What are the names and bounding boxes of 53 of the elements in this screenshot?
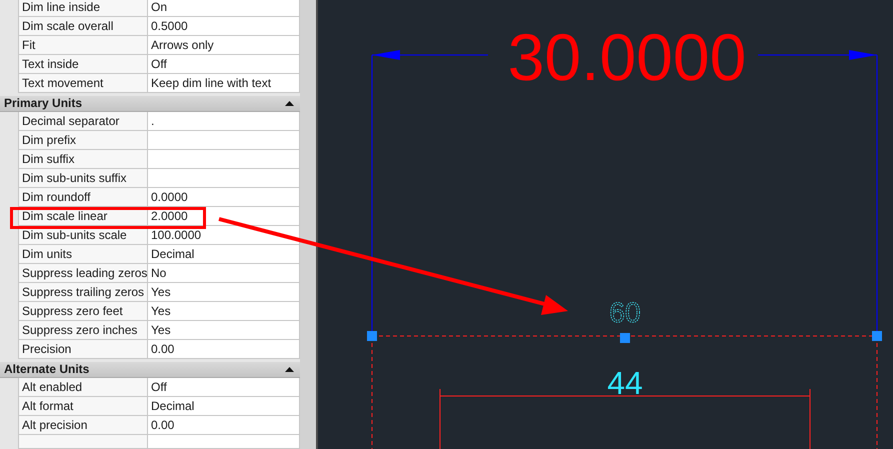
grip-handle[interactable]: [872, 331, 882, 341]
dimension-text: 30.0000: [508, 20, 746, 94]
property-name: Dim units: [18, 244, 148, 264]
property-value[interactable]: No: [148, 264, 300, 283]
property-value[interactable]: Decimal: [148, 396, 300, 416]
property-value[interactable]: Yes: [148, 320, 300, 340]
property-value[interactable]: [148, 434, 300, 449]
property-name: Suppress trailing zeros: [18, 282, 148, 302]
property-name: Suppress zero inches: [18, 320, 148, 340]
panel-splitter[interactable]: [300, 0, 318, 449]
property-value[interactable]: .: [148, 112, 300, 131]
property-value[interactable]: [148, 130, 300, 150]
property-value[interactable]: Off: [148, 55, 300, 74]
property-name: Dim roundoff: [18, 188, 148, 207]
property-name: Suppress zero feet: [18, 302, 148, 321]
property-name: Dim prefix: [18, 130, 148, 150]
property-value[interactable]: Yes: [148, 282, 300, 302]
property-name: Precision: [18, 340, 148, 359]
property-value[interactable]: 0.00: [148, 340, 300, 359]
property-value[interactable]: Keep dim line with text: [148, 74, 300, 93]
property-name: Dim sub-units suffix: [18, 168, 148, 188]
collapse-icon[interactable]: [285, 100, 294, 106]
dimension-text: 60: [609, 297, 641, 328]
property-name: Text inside: [18, 55, 148, 74]
property-value[interactable]: Decimal: [148, 244, 300, 264]
section-title: Alternate Units: [4, 362, 90, 376]
property-name: Fit: [18, 36, 148, 55]
selected-dimension-line[interactable]: [372, 336, 878, 449]
property-value[interactable]: [148, 150, 300, 169]
property-value[interactable]: 0.5000: [148, 17, 300, 36]
property-value[interactable]: [148, 168, 300, 188]
collapse-icon[interactable]: [285, 366, 294, 372]
property-name: Decimal separator: [18, 112, 148, 131]
grip-handle[interactable]: [367, 331, 377, 341]
property-value[interactable]: 0.00: [148, 416, 300, 435]
section-header[interactable]: Alternate Units: [0, 362, 300, 378]
property-value[interactable]: Off: [148, 378, 300, 397]
property-value[interactable]: Arrows only: [148, 36, 300, 55]
property-name: Text movement: [18, 74, 148, 93]
grip-handle[interactable]: [620, 333, 630, 343]
section-title: Primary Units: [4, 96, 82, 110]
property-name: Dim suffix: [18, 150, 148, 169]
property-name: Dim scale overall: [18, 17, 148, 36]
section-header[interactable]: Primary Units: [0, 96, 300, 112]
property-value[interactable]: On: [148, 0, 300, 17]
property-name: Suppress leading zeros: [18, 264, 148, 283]
property-value[interactable]: Yes: [148, 302, 300, 321]
dimension-text: 44: [607, 365, 643, 401]
property-name: Dim line inside: [18, 0, 148, 17]
property-name: Alt enabled: [18, 378, 148, 397]
property-name: Alt precision: [18, 416, 148, 435]
property-value[interactable]: 0.0000: [148, 188, 300, 207]
property-name: Alt format: [18, 396, 148, 416]
